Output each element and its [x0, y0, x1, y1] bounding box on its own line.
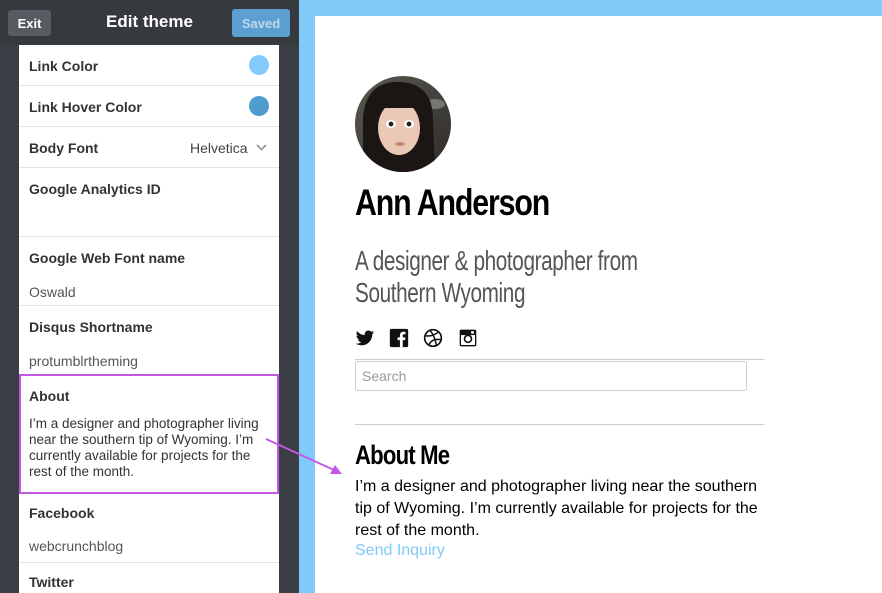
option-google-web-font[interactable]: Google Web Font name Oswald [19, 237, 279, 306]
theme-editor-panel: Exit Edit theme Saved Link Color Link Ho… [0, 0, 299, 593]
divider [355, 424, 764, 425]
option-label: Twitter [29, 574, 74, 590]
option-about[interactable]: About I’m a designer and photographer li… [19, 374, 279, 494]
theme-preview: Ann Anderson A designer & photographer f… [315, 16, 882, 593]
option-label: About [29, 388, 70, 404]
chevron-down-icon[interactable] [256, 144, 267, 151]
option-label: Google Web Font name [29, 250, 186, 266]
google-web-font-field[interactable]: Oswald [29, 284, 76, 300]
twitter-icon[interactable] [355, 328, 375, 348]
option-label: Body Font [29, 140, 99, 156]
option-disqus-shortname[interactable]: Disqus Shortname protumblrtheming [19, 306, 279, 375]
editor-toolbar: Exit Edit theme Saved [0, 0, 299, 45]
about-body: I’m a designer and photographer living n… [355, 478, 758, 539]
option-facebook[interactable]: Facebook webcrunchblog [19, 495, 279, 563]
dribbble-icon[interactable] [423, 328, 443, 348]
option-label: Disqus Shortname [29, 319, 153, 335]
facebook-field[interactable]: webcrunchblog [29, 538, 123, 554]
divider [355, 359, 764, 360]
link-hover-color-swatch[interactable] [249, 96, 269, 116]
profile-tagline: A designer & photographer from Southern … [355, 245, 638, 308]
option-label: Link Hover Color [29, 99, 142, 115]
avatar [355, 76, 451, 172]
option-label: Link Color [29, 58, 99, 74]
about-textarea[interactable]: I’m a designer and photographer living n… [29, 416, 269, 480]
about-heading: About Me [355, 440, 450, 470]
exit-button[interactable]: Exit [8, 10, 51, 36]
profile-name: Ann Anderson [355, 182, 550, 223]
option-label: Facebook [29, 505, 95, 521]
disqus-shortname-field[interactable]: protumblrtheming [29, 353, 138, 369]
option-google-analytics[interactable]: Google Analytics ID [19, 168, 279, 237]
saved-button[interactable]: Saved [232, 9, 290, 37]
option-twitter[interactable]: Twitter [19, 563, 279, 593]
option-label: Google Analytics ID [29, 181, 161, 197]
body-font-select[interactable]: Helvetica [190, 140, 248, 156]
option-link-hover-color[interactable]: Link Hover Color [19, 86, 279, 127]
link-color-swatch[interactable] [249, 55, 269, 75]
instagram-icon[interactable] [458, 328, 478, 348]
send-inquiry-link[interactable]: Send Inquiry [355, 542, 445, 560]
option-link-color[interactable]: Link Color [19, 45, 279, 86]
theme-options-list: Link Color Link Hover Color Body Font He… [19, 45, 279, 593]
search-input[interactable] [355, 361, 747, 391]
option-body-font[interactable]: Body Font Helvetica [19, 127, 279, 168]
facebook-icon[interactable] [389, 328, 409, 348]
